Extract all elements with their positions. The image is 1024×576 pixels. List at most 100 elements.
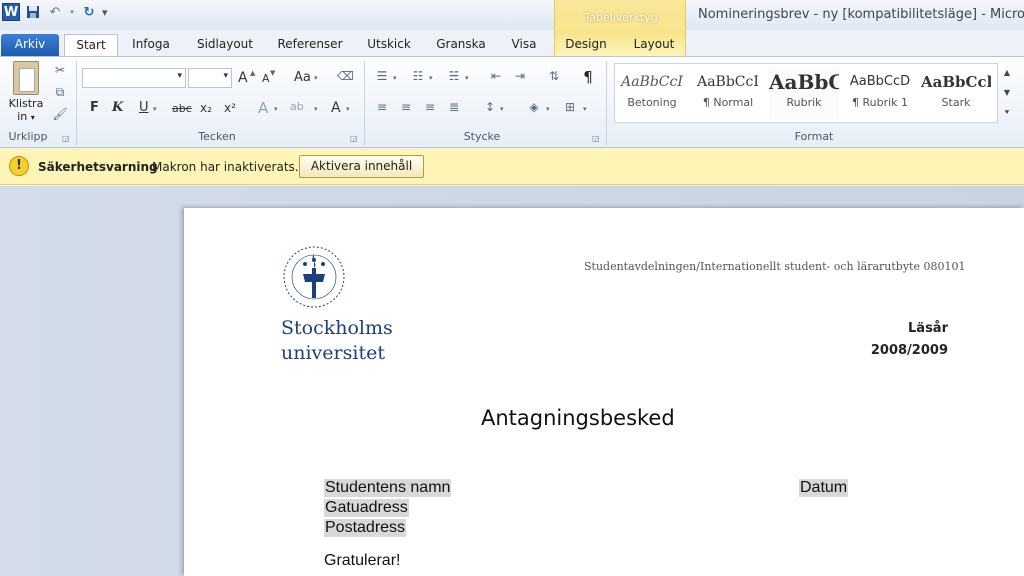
sort-icon[interactable]: ⇅ (546, 69, 562, 85)
shrink-font-button[interactable]: A (262, 70, 270, 88)
merge-field-postal[interactable]: Postadress (324, 519, 407, 537)
document-page[interactable]: Stockholms universitet Studentavdelninge… (184, 208, 1024, 576)
line-spacing-icon[interactable]: ↕ (482, 100, 498, 116)
copy-icon[interactable]: ⧉ (52, 85, 68, 101)
italic-button[interactable]: K (112, 99, 123, 117)
tab-arkiv[interactable]: Arkiv (1, 34, 59, 56)
style-name: Stark (941, 96, 971, 109)
font-color-dropdown-icon[interactable]: ▾ (346, 105, 350, 113)
grow-font-button[interactable]: A (238, 69, 248, 87)
group-label-clipboard: Urklipp (8, 130, 48, 143)
clipboard-launcher-icon[interactable]: ◲ (62, 134, 70, 143)
style-normal[interactable]: AaBbCcI ¶ Normal (693, 68, 763, 120)
style-sample: AaBbCcl (921, 73, 991, 91)
font-name-dropdown-icon[interactable]: ▾ (177, 71, 182, 81)
justify-icon[interactable]: ≣ (446, 100, 462, 116)
group-label-styles: Format (794, 130, 834, 143)
group-separator (76, 61, 77, 145)
font-size-dropdown-icon[interactable]: ▾ (223, 71, 228, 81)
font-size-input[interactable]: ▾ (188, 68, 232, 88)
tab-layout[interactable]: Layout (628, 34, 680, 56)
borders-icon[interactable]: ⊞ (562, 100, 578, 116)
ribbon: Klistra in ▾ ✂ ⧉ 🖌 Urklipp ◲ ▾ ▾ A ▲ A ▼… (0, 56, 1024, 148)
superscript-button[interactable]: x² (224, 99, 236, 117)
paragraph-launcher-icon[interactable]: ◲ (592, 134, 600, 143)
tab-utskick[interactable]: Utskick (360, 34, 418, 56)
bullets-icon[interactable]: ☰ (374, 69, 390, 85)
tab-design[interactable]: Design (560, 34, 612, 56)
security-warning-bar: ! Säkerhetsvarning Makron har inaktivera… (0, 149, 1024, 185)
text-effects-button[interactable]: A (258, 99, 268, 117)
paste-dropdown-icon[interactable]: ▾ (31, 113, 35, 122)
shading-dropdown-icon[interactable]: ▾ (546, 105, 550, 113)
redo-icon[interactable]: ↻ (80, 3, 98, 21)
change-case-button[interactable]: Aa (294, 69, 311, 87)
line-spacing-dropdown-icon[interactable]: ▾ (500, 105, 504, 113)
scissors-icon[interactable]: ✂ (52, 63, 68, 79)
undo-dropdown-icon[interactable]: ▾ (68, 3, 76, 21)
customize-toolbar-icon[interactable]: ▾ (102, 6, 108, 19)
document-title: Antagningsbesked (481, 406, 675, 430)
document-area: Stockholms universitet Studentavdelninge… (0, 186, 1024, 576)
styles-scroll-down-icon[interactable]: ▼ (1000, 83, 1014, 103)
academic-year-value: 2008/2009 (870, 343, 948, 358)
window-title: Nomineringsbrev - ny [kompatibilitetsläg… (698, 7, 1024, 22)
style-stark[interactable]: AaBbCcl Stark (921, 68, 991, 120)
tab-granska[interactable]: Granska (430, 34, 492, 56)
align-center-icon[interactable]: ≡ (398, 100, 414, 116)
highlight-button[interactable]: ab (290, 98, 304, 116)
format-painter-icon[interactable]: 🖌 (52, 107, 68, 123)
show-formatting-icon[interactable]: ¶ (580, 68, 596, 86)
merge-field-student-name[interactable]: Studentens namn (324, 479, 452, 497)
merge-field-street[interactable]: Gatuadress (324, 499, 409, 517)
underline-dropdown-icon[interactable]: ▾ (153, 105, 157, 113)
increase-indent-icon[interactable]: ⇥ (512, 69, 528, 85)
align-right-icon[interactable]: ≡ (422, 100, 438, 116)
bold-button[interactable]: F (90, 99, 99, 117)
styles-scroll-up-icon[interactable]: ▲ (1000, 63, 1014, 83)
styles-more-icon[interactable]: ⯆ (1000, 103, 1014, 123)
tab-visa[interactable]: Visa (504, 34, 544, 56)
shrink-font-icon: ▼ (270, 69, 276, 77)
style-rubrik-1[interactable]: AaBbCcD ¶ Rubrik 1 (845, 68, 915, 120)
font-name-input[interactable]: ▾ (82, 68, 186, 88)
tab-sidlayout[interactable]: Sidlayout (190, 34, 260, 56)
change-case-dropdown-icon[interactable]: ▾ (314, 74, 318, 82)
font-color-button[interactable]: A (331, 99, 341, 117)
clear-formatting-icon[interactable]: ⌫ (337, 69, 354, 85)
underline-button[interactable]: U (139, 99, 149, 117)
bullets-dropdown-icon[interactable]: ▾ (393, 74, 397, 82)
tab-referenser[interactable]: Referenser (273, 34, 347, 56)
logo-text-line-2: universitet (281, 342, 385, 364)
undo-icon[interactable]: ↶ (46, 3, 64, 21)
text-effects-dropdown-icon[interactable]: ▾ (274, 105, 278, 113)
save-icon[interactable] (24, 3, 42, 21)
ribbon-tabs: Arkiv Start Infoga Sidlayout Referenser … (0, 30, 1024, 56)
tab-infoga[interactable]: Infoga (124, 34, 178, 56)
style-sample: AaBbC (769, 70, 839, 94)
paste-button[interactable]: Klistra in ▾ (8, 61, 44, 124)
decrease-indent-icon[interactable]: ⇤ (488, 69, 504, 85)
style-name: ¶ Normal (702, 96, 754, 109)
multilevel-list-dropdown-icon[interactable]: ▾ (465, 74, 469, 82)
greeting-text: Gratulerar! (324, 552, 401, 569)
merge-field-date[interactable]: Datum (799, 479, 849, 497)
align-left-icon[interactable]: ≡ (374, 100, 390, 116)
font-launcher-icon[interactable]: ◲ (350, 134, 358, 143)
borders-dropdown-icon[interactable]: ▾ (583, 105, 587, 113)
numbering-icon[interactable]: ☷ (410, 69, 426, 85)
strikethrough-button[interactable]: abc (172, 100, 192, 118)
group-label-paragraph: Stycke (463, 130, 501, 143)
numbering-dropdown-icon[interactable]: ▾ (429, 74, 433, 82)
subscript-button[interactable]: x₂ (200, 99, 212, 117)
highlight-dropdown-icon[interactable]: ▾ (314, 105, 318, 113)
style-rubrik[interactable]: AaBbC Rubrik (769, 68, 839, 120)
multilevel-list-icon[interactable]: ☵ (446, 69, 462, 85)
style-sample: AaBbCcI (621, 74, 683, 90)
style-betoning[interactable]: AaBbCcI Betoning (617, 68, 687, 120)
tab-start[interactable]: Start (64, 34, 118, 56)
shading-icon[interactable]: ◈ (526, 100, 542, 116)
word-app-icon[interactable]: W (2, 3, 20, 21)
university-seal-icon (283, 246, 345, 308)
enable-content-button[interactable]: Aktivera innehåll (299, 155, 424, 178)
